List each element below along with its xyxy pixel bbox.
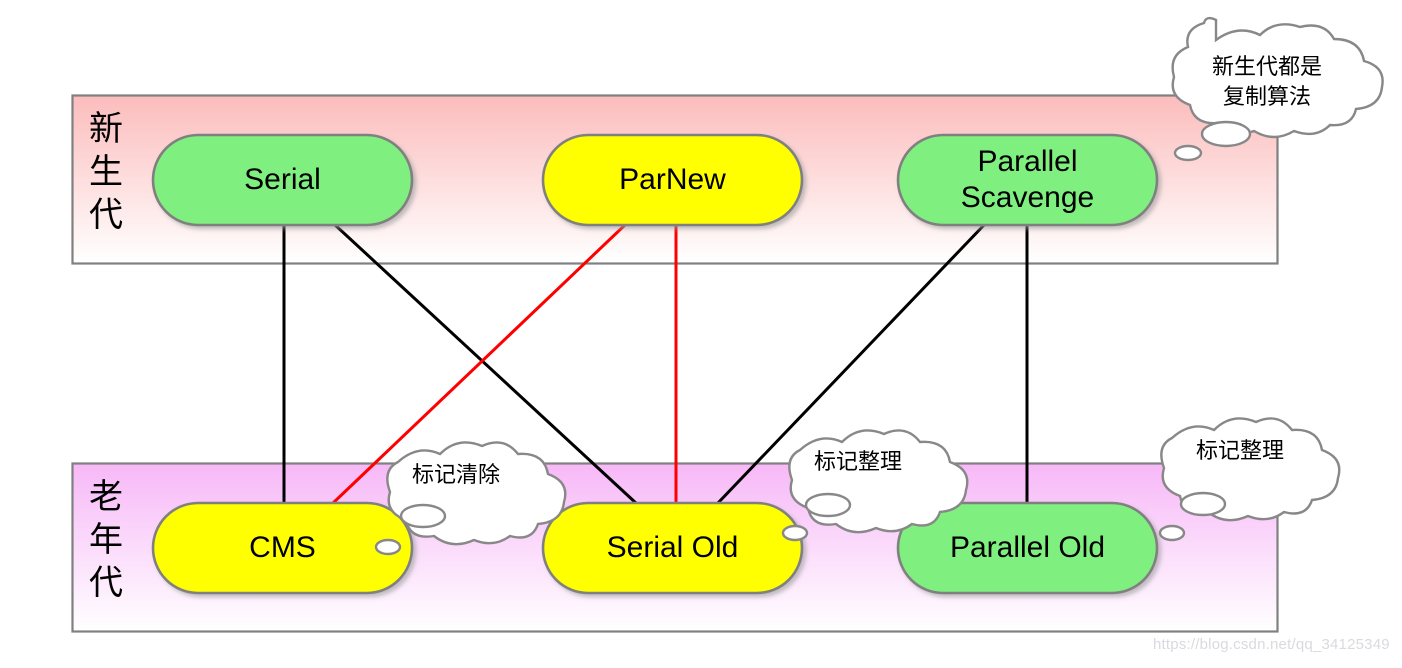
callout-tail-young-1 <box>1200 120 1252 148</box>
callout-tail-parallel-old-1 <box>1179 491 1227 517</box>
callout-tail-parallel-old-2 <box>1158 524 1186 542</box>
watermark: https://blog.csdn.net/qq_34125349 <box>1153 636 1390 653</box>
callout-tail-cms-1 <box>399 503 447 529</box>
collector-node-parallel-scavenge[interactable] <box>896 133 1159 227</box>
callout-tail-cms-2 <box>374 538 402 556</box>
generation-label-old: 老 年 代 <box>89 477 123 603</box>
diagram-canvas: 新 生 代 老 年 代 Serial ParNew Parallel Scave… <box>0 0 1402 668</box>
collector-node-cms[interactable] <box>151 501 414 595</box>
collector-node-serial-old[interactable] <box>541 501 804 595</box>
callout-tail-young-2 <box>1173 144 1203 162</box>
callout-tail-serial-old-1 <box>804 492 852 518</box>
collector-node-parnew[interactable] <box>541 133 804 227</box>
callout-tail-serial-old-2 <box>781 524 809 542</box>
collector-node-serial[interactable] <box>151 133 414 227</box>
collector-nodes <box>151 133 1159 595</box>
generation-label-young: 新 生 代 <box>89 109 123 235</box>
diagram-svg <box>71 16 1384 633</box>
